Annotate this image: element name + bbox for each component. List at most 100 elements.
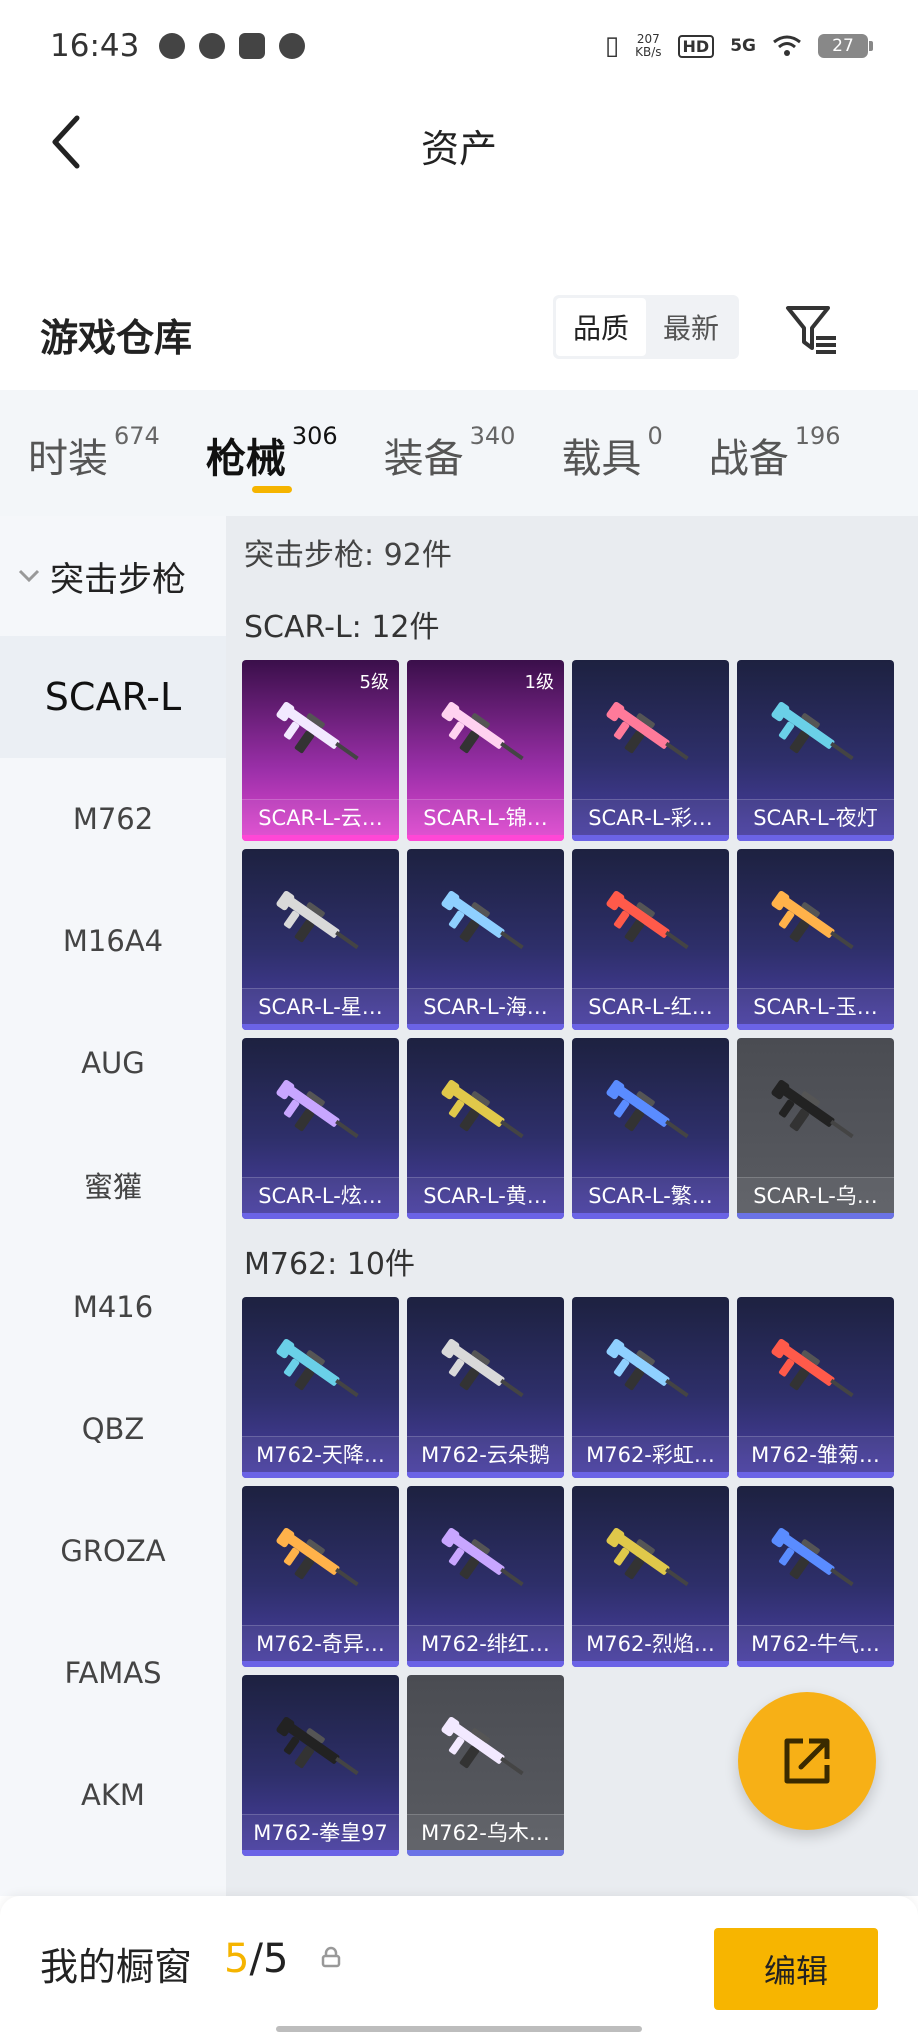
weapon-card[interactable]: SCAR-L-彩… (572, 660, 729, 841)
weapon-name: SCAR-L-星… (242, 988, 399, 1024)
message-box-icon (239, 33, 266, 59)
subgroup-title-m762: M762: 10件 (244, 1247, 415, 1282)
weapon-card[interactable]: SCAR-L-夜灯 (737, 660, 894, 841)
rifle-icon (276, 1079, 359, 1139)
weapon-name: SCAR-L-云… (242, 799, 399, 835)
rifle-icon (276, 890, 359, 950)
section-title: 游戏仓库 (40, 316, 193, 360)
tab-label: 载具 (561, 436, 642, 482)
weapon-card[interactable]: SCAR-L-星… (242, 849, 399, 1030)
net-speed: 207 KB/s (635, 33, 661, 59)
nav-item-qbz[interactable]: QBZ (0, 1368, 226, 1490)
sort-quality-button[interactable]: 品质 (556, 298, 646, 356)
category-tabs: 时装 674 枪械 306 装备 340 载具 0 战备 196 (0, 390, 918, 516)
rifle-icon (771, 890, 854, 950)
tab-supplies[interactable]: 战备 196 (709, 390, 841, 484)
nav-item-aug[interactable]: AUG (0, 1002, 226, 1124)
tab-firearms[interactable]: 枪械 306 (206, 390, 338, 493)
hd-badge: HD (677, 34, 715, 58)
weapon-name: M762-烈焰… (572, 1625, 729, 1661)
rifle-icon (276, 1338, 359, 1398)
tab-fashion[interactable]: 时装 674 (28, 390, 160, 484)
rifle-icon (441, 701, 524, 761)
weapon-name: SCAR-L-乌… (737, 1177, 894, 1213)
weapon-card[interactable]: M762-雏菊… (737, 1297, 894, 1478)
weapon-name: M762-天降… (242, 1436, 399, 1472)
header: 资产 (0, 92, 918, 192)
rifle-icon (276, 1527, 359, 1587)
weapon-card[interactable]: 5级 SCAR-L-云… (242, 660, 399, 841)
rifle-icon (606, 890, 689, 950)
weapon-name: M762-绯红… (407, 1625, 564, 1661)
nav-item-scar-l[interactable]: SCAR-L (0, 636, 226, 758)
nav-item-m416[interactable]: M416 (0, 1246, 226, 1368)
weapon-card[interactable]: M762-绯红… (407, 1486, 564, 1667)
weapon-card[interactable]: M762-天降… (242, 1297, 399, 1478)
vibrate-icon: ▯ (604, 31, 620, 61)
nav-item-m16a4[interactable]: M16A4 (0, 880, 226, 1002)
weapon-name: SCAR-L-海… (407, 988, 564, 1024)
tab-equipment[interactable]: 装备 340 (384, 390, 516, 484)
weapon-name: SCAR-L-繁… (572, 1177, 729, 1213)
rifle-icon (441, 890, 524, 950)
nav-group-label: 突击步枪 (50, 559, 186, 600)
subgroup-title-scar-l: SCAR-L: 12件 (244, 610, 440, 645)
weapon-card[interactable]: 1级 SCAR-L-锦… (407, 660, 564, 841)
weapon-card[interactable]: SCAR-L-炫… (242, 1038, 399, 1219)
nav-item-famas[interactable]: FAMAS (0, 1612, 226, 1734)
showcase-bar: 我的橱窗 5/5 编辑 (0, 1896, 918, 2040)
app-icon (199, 33, 226, 59)
weapon-card[interactable]: SCAR-L-海… (407, 849, 564, 1030)
weapon-card[interactable]: M762-乌木… (407, 1675, 564, 1856)
battery-icon: 27 (818, 34, 873, 58)
weapon-card[interactable]: M762-拳皇97 (242, 1675, 399, 1856)
weapon-card[interactable]: SCAR-L-红… (572, 849, 729, 1030)
weapon-card[interactable]: SCAR-L-玉… (737, 849, 894, 1030)
weapon-name: SCAR-L-黄… (407, 1177, 564, 1213)
weapon-name: M762-云朵鹅 (407, 1436, 564, 1472)
group-title: 突击步枪: 92件 (244, 538, 452, 573)
home-indicator (276, 2026, 642, 2032)
rifle-icon (276, 701, 359, 761)
filter-button[interactable] (784, 304, 840, 356)
sort-toggle: 品质 最新 (553, 295, 739, 359)
tab-label: 战备 (708, 436, 789, 482)
chevron-down-icon (18, 569, 40, 583)
showcase-max: 5 (262, 1936, 289, 1982)
sort-newest-button[interactable]: 最新 (646, 298, 736, 356)
nav-item-akm[interactable]: AKM (0, 1734, 226, 1856)
rifle-icon (441, 1716, 524, 1776)
rifle-icon (771, 701, 854, 761)
weapon-name: SCAR-L-玉… (737, 988, 894, 1024)
share-icon (784, 1738, 830, 1784)
weapon-name: M762-彩虹… (572, 1436, 729, 1472)
rifle-icon (606, 1527, 689, 1587)
nav-item-groza[interactable]: GROZA (0, 1490, 226, 1612)
edit-button[interactable]: 编辑 (714, 1928, 878, 2010)
weapon-name: M762-拳皇97 (242, 1814, 399, 1850)
weapon-name: SCAR-L-夜灯 (737, 799, 894, 835)
nav-item-m762[interactable]: M762 (0, 758, 226, 880)
rifle-icon (771, 1527, 854, 1587)
weapon-card[interactable]: M762-牛气… (737, 1486, 894, 1667)
lock-icon (321, 1946, 341, 1968)
weapon-card[interactable]: M762-云朵鹅 (407, 1297, 564, 1478)
tab-count: 306 (291, 422, 338, 450)
weapon-card[interactable]: M762-烈焰… (572, 1486, 729, 1667)
weapon-name: M762-奇异… (242, 1625, 399, 1661)
weapon-card[interactable]: SCAR-L-乌… (737, 1038, 894, 1219)
weapon-card[interactable]: M762-奇异… (242, 1486, 399, 1667)
weapon-card[interactable]: M762-彩虹… (572, 1297, 729, 1478)
page-title: 资产 (420, 127, 497, 171)
rifle-icon (441, 1079, 524, 1139)
nav-group-assault-rifles[interactable]: 突击步枪 (0, 516, 226, 636)
nav-item-honey-badger[interactable]: 蜜獾 (0, 1124, 226, 1246)
wifi-icon (773, 35, 801, 56)
tab-vehicles[interactable]: 载具 0 (561, 390, 662, 484)
share-button[interactable] (738, 1692, 876, 1830)
weapon-card[interactable]: SCAR-L-繁… (572, 1038, 729, 1219)
net-speed-unit: KB/s (635, 45, 662, 59)
tab-count: 674 (114, 422, 160, 450)
rifle-icon (441, 1527, 524, 1587)
weapon-card[interactable]: SCAR-L-黄… (407, 1038, 564, 1219)
